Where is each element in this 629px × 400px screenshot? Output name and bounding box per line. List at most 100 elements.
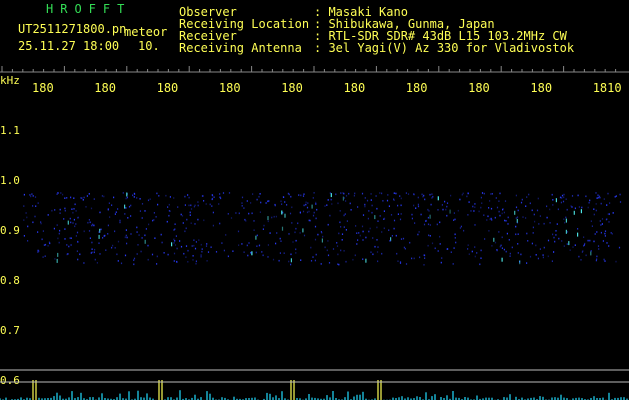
echo-pixel: [543, 246, 545, 249]
echo-pixel: [305, 201, 307, 204]
echo-pixel: [62, 193, 64, 196]
echo-pixel: [494, 216, 496, 219]
echo-pixel: [572, 246, 574, 248]
echo-pixel: [383, 227, 385, 230]
echo-pixel: [393, 199, 395, 201]
echo-pixel: [474, 206, 476, 208]
echo-pixel: [128, 205, 131, 208]
echo-pixel: [57, 237, 59, 240]
echo-pixel: [423, 223, 426, 226]
echo-pixel: [428, 210, 430, 212]
echo-pixel: [479, 263, 481, 266]
echo-pixel: [402, 237, 405, 240]
echo-pixel: [66, 253, 68, 256]
echo-pixel: [375, 195, 377, 197]
echo-pixel: [340, 226, 342, 228]
echo-pixel: [596, 231, 598, 233]
echo-pixel: [189, 214, 191, 216]
echo-pixel: [262, 228, 264, 230]
echo-pixel: [56, 224, 58, 226]
echo-pixel: [374, 215, 376, 220]
echo-pixel: [174, 240, 176, 242]
echo-pixel: [133, 196, 135, 198]
echo-pixel: [184, 230, 186, 233]
echo-pixel: [358, 232, 360, 234]
echo-pixel: [596, 197, 598, 199]
echo-pixel: [183, 252, 185, 255]
echo-pixel: [467, 192, 469, 195]
echo-pixel: [429, 224, 431, 226]
echo-pixel: [418, 231, 420, 233]
echo-pixel: [151, 253, 154, 256]
echo-pixel: [147, 244, 149, 247]
echo-pixel: [225, 234, 227, 236]
echo-pixel: [563, 193, 565, 196]
echo-pixel: [195, 241, 197, 243]
echo-pixel: [184, 204, 186, 206]
echo-pixel: [324, 205, 326, 207]
echo-pixel: [483, 214, 485, 216]
echo-pixel: [256, 198, 258, 201]
echo-pixel: [286, 204, 288, 206]
echo-pixel: [604, 235, 606, 237]
echo-pixel: [377, 260, 379, 263]
echo-pixel: [370, 251, 372, 253]
echo-pixel: [209, 203, 211, 206]
echo-pixel: [197, 218, 199, 221]
echo-pixel: [256, 234, 258, 237]
echo-pixel: [424, 254, 426, 257]
echo-pixel: [506, 232, 508, 235]
echo-pixel: [200, 255, 202, 258]
echo-pixel: [344, 213, 346, 215]
echo-pixel: [193, 239, 195, 241]
echo-pixel: [393, 192, 395, 194]
echo-pixel: [23, 205, 25, 207]
echo-pixel: [470, 210, 472, 212]
echo-pixel: [40, 221, 42, 223]
echo-pixel: [442, 208, 444, 211]
echo-pixel: [174, 244, 177, 246]
echo-pixel: [246, 200, 248, 202]
echo-pixel: [453, 247, 455, 249]
echo-pixel: [481, 192, 484, 194]
echo-pixel: [594, 233, 596, 235]
echo-pixel: [48, 241, 50, 243]
echo-pixel: [566, 231, 569, 233]
echo-pixel: [450, 194, 452, 197]
echo-pixel: [566, 243, 568, 245]
echo-pixel: [321, 238, 323, 243]
echo-pixel: [139, 210, 141, 212]
echo-pixel: [598, 248, 600, 250]
echo-pixel: [256, 245, 258, 247]
echo-pixel: [271, 216, 273, 219]
echo-pixel: [436, 223, 438, 226]
echo-pixel: [466, 195, 468, 198]
echo-pixel: [566, 208, 568, 211]
echo-pixel: [116, 253, 118, 256]
echo-pixel: [93, 198, 95, 200]
echo-pixel: [359, 234, 361, 237]
echo-pixel: [165, 194, 167, 197]
echo-pixel: [248, 242, 250, 244]
echo-pixel: [83, 262, 85, 264]
echo-pixel: [245, 220, 247, 222]
echo-pixel: [53, 227, 55, 230]
echo-pixel: [532, 232, 534, 234]
echo-pixel: [247, 254, 249, 257]
echo-pixel: [332, 248, 335, 250]
echo-pixel: [66, 197, 68, 199]
echo-pixel: [280, 240, 282, 242]
echo-pixel: [37, 202, 39, 204]
echo-pixel: [573, 210, 575, 215]
echo-pixel: [339, 221, 341, 224]
echo-pixel: [211, 194, 213, 196]
echo-pixel: [89, 237, 91, 239]
echo-pixel: [303, 234, 306, 237]
echo-pixel: [312, 197, 314, 199]
echo-pixel: [288, 233, 290, 235]
echo-pixel: [37, 231, 39, 233]
echo-pixel: [561, 197, 563, 199]
echo-pixel: [133, 257, 136, 260]
echo-pixel: [186, 218, 188, 221]
echo-pixel: [405, 192, 407, 194]
